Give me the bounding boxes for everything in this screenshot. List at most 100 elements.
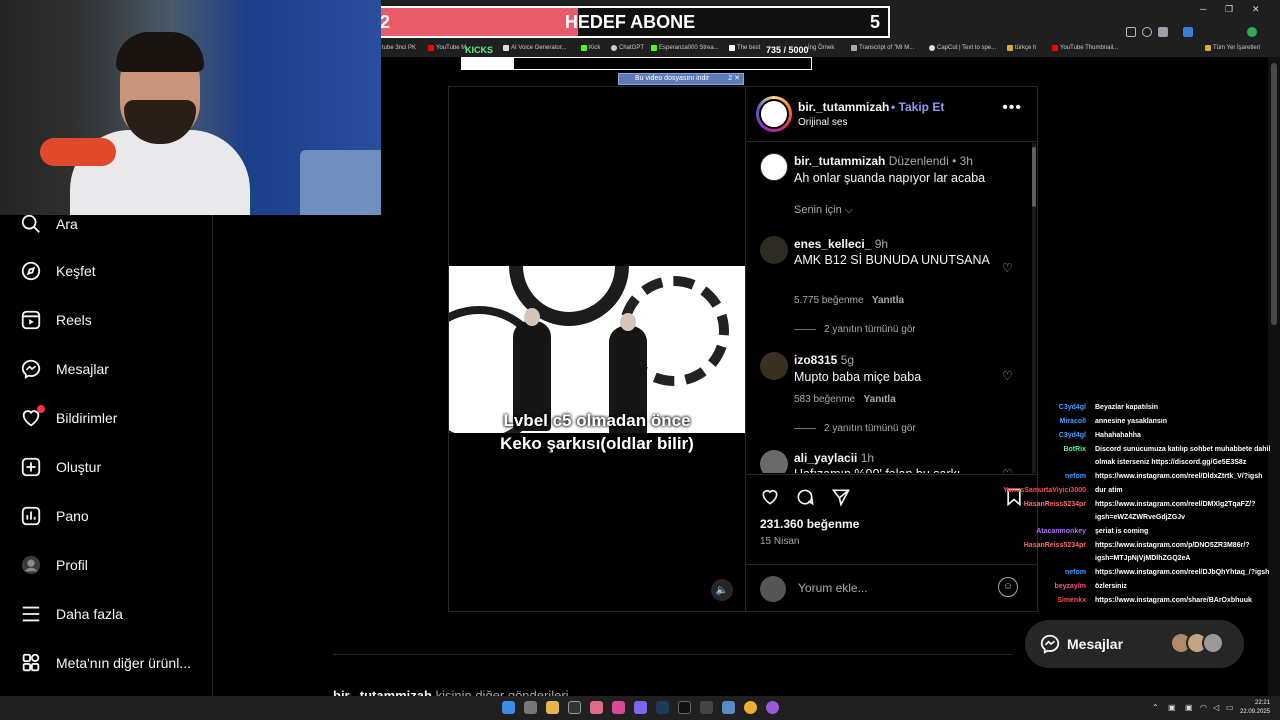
sidebar-item-more[interactable]: Daha fazla bbox=[20, 603, 123, 625]
chat-text: özlersiniz bbox=[1095, 583, 1127, 590]
chat-username[interactable]: nefom bbox=[1065, 470, 1086, 483]
chat-username[interactable]: Miracoll bbox=[1060, 415, 1086, 428]
compass-icon bbox=[21, 261, 41, 281]
instagram-icon[interactable] bbox=[612, 701, 625, 714]
meta-apps-icon bbox=[22, 653, 40, 672]
bookmark[interactable]: türkçe h bbox=[1007, 45, 1036, 51]
app-icon[interactable] bbox=[590, 701, 603, 714]
bookmark[interactable]: Esperanza000 Strea... bbox=[651, 45, 719, 51]
reel-video[interactable]: Lvbel c5 olmadan önce Keko şarkısı(oldla… bbox=[449, 87, 745, 611]
chrome-icon[interactable] bbox=[744, 701, 757, 714]
app-icon[interactable] bbox=[568, 701, 581, 714]
post-username[interactable]: bir._tutammizah bbox=[798, 100, 889, 114]
comment-icon[interactable] bbox=[795, 487, 815, 507]
sidebar-item-create[interactable]: Oluştur bbox=[20, 456, 101, 478]
sidebar-item-explore[interactable]: Keşfet bbox=[20, 260, 96, 282]
scrollbar-thumb[interactable] bbox=[1271, 63, 1277, 325]
sidebar-item-profile[interactable]: Profil bbox=[20, 554, 88, 576]
chat-username[interactable]: Simenkx bbox=[1057, 594, 1086, 607]
like-comment-icon[interactable]: ♡ bbox=[1002, 261, 1013, 275]
file-explorer-icon[interactable] bbox=[546, 701, 559, 714]
bookmark[interactable]: YouTube M bbox=[428, 45, 466, 51]
avatar[interactable] bbox=[760, 153, 788, 181]
story-ring-avatar[interactable] bbox=[756, 96, 792, 132]
view-replies[interactable]: 2 yanıtın tümünü gör bbox=[794, 324, 916, 335]
sidebar-item-label: Keşfet bbox=[56, 263, 96, 279]
photoshop-icon[interactable] bbox=[656, 701, 669, 714]
avatar[interactable] bbox=[760, 450, 788, 473]
avatar[interactable] bbox=[760, 236, 788, 264]
chat-username[interactable]: C3yd4gl bbox=[1059, 429, 1086, 442]
mute-button[interactable]: 🔈 bbox=[711, 579, 733, 601]
chat-username[interactable]: YunusSamurtaViyici3000 bbox=[1003, 484, 1086, 497]
like-comment-icon[interactable]: ♡ bbox=[1002, 369, 1013, 383]
share-icon[interactable] bbox=[1158, 27, 1168, 37]
sidebar-item-search[interactable]: Ara bbox=[20, 213, 78, 235]
bookmark[interactable]: Tüm Yer İşaretleri bbox=[1205, 45, 1260, 51]
more-options-icon[interactable]: ••• bbox=[1002, 99, 1022, 117]
restore-icon[interactable]: ❐ bbox=[1225, 4, 1233, 15]
chat-username[interactable]: HasanReiss5234pr bbox=[1024, 498, 1086, 511]
app-icon[interactable] bbox=[722, 701, 735, 714]
wifi-icon[interactable]: ◠ bbox=[1200, 703, 1207, 712]
like-icon[interactable] bbox=[760, 487, 780, 507]
tiktok-icon[interactable] bbox=[678, 701, 691, 714]
system-clock[interactable]: 22:21 22.09.2025 bbox=[1240, 699, 1270, 717]
sidebar-item-reels[interactable]: Reels bbox=[20, 309, 92, 331]
search-icon[interactable] bbox=[524, 701, 537, 714]
comment-text: Mupto baba miçe baba bbox=[794, 370, 922, 384]
download-video-bar[interactable]: Bu video dosyasını indir 2 ✕ bbox=[618, 73, 744, 85]
capcut-icon[interactable] bbox=[700, 701, 713, 714]
subscriber-target: 5 bbox=[869, 12, 880, 32]
reply-button[interactable]: Yanıtla bbox=[864, 394, 896, 405]
plus-square-icon bbox=[21, 457, 41, 477]
chat-username[interactable]: beyzaylm bbox=[1054, 580, 1086, 593]
like-count[interactable]: 231.360 beğenme bbox=[760, 517, 859, 531]
bookmark[interactable]: ChatGPT bbox=[611, 45, 644, 51]
sidebar-item-dashboard[interactable]: Pano bbox=[20, 505, 89, 527]
chat-username[interactable]: HasanReiss5234pr bbox=[1024, 539, 1086, 552]
bookmark[interactable]: Kick bbox=[581, 45, 600, 51]
share-icon[interactable] bbox=[831, 487, 851, 507]
chat-username[interactable]: C3yd4gl bbox=[1059, 401, 1086, 414]
zoom-icon[interactable] bbox=[1142, 27, 1152, 37]
comment-text: Hafızamın %90' falan bu şarkı bbox=[794, 465, 994, 473]
messenger-icon bbox=[21, 359, 41, 379]
obs-icon[interactable] bbox=[766, 701, 779, 714]
bookmark[interactable]: AI Voice Generator... bbox=[503, 45, 566, 51]
tray-app-icon[interactable]: ▣ bbox=[1168, 703, 1176, 712]
messages-button[interactable]: Mesajlar bbox=[1025, 620, 1244, 668]
avatar[interactable] bbox=[760, 352, 788, 380]
bookmark[interactable]: İng Örnek bbox=[808, 45, 834, 51]
download-close-button[interactable]: 2 ✕ bbox=[728, 74, 740, 84]
chat-username[interactable]: Atacanmonkey bbox=[1036, 525, 1086, 538]
sidebar-item-messages[interactable]: Mesajlar bbox=[20, 358, 109, 380]
view-replies[interactable]: 2 yanıtın tümünü gör bbox=[794, 423, 916, 434]
discord-icon[interactable] bbox=[634, 701, 647, 714]
volume-icon[interactable]: ◁ bbox=[1213, 703, 1219, 712]
follow-button[interactable]: • Takip Et bbox=[891, 100, 944, 114]
close-window-icon[interactable]: ✕ bbox=[1252, 4, 1260, 15]
bookmark[interactable]: Transcript of "MI M... bbox=[851, 45, 914, 51]
comment-input[interactable]: Yorum ekle... bbox=[798, 581, 868, 595]
bookmark[interactable]: CapCut | Text to spe... bbox=[929, 45, 996, 51]
chat-username[interactable]: BotRix bbox=[1063, 443, 1086, 456]
audio-label[interactable]: Orijinal ses bbox=[798, 117, 847, 128]
reply-button[interactable]: Yanıtla bbox=[872, 295, 904, 306]
bookmark[interactable]: The best bbox=[729, 45, 760, 51]
bookmark[interactable]: tube 3nci PK bbox=[382, 45, 416, 51]
extension-icon[interactable] bbox=[1183, 27, 1193, 37]
bookmark[interactable]: YouTube Thumbnail... bbox=[1052, 45, 1118, 51]
battery-icon[interactable]: ▭ bbox=[1226, 703, 1234, 712]
profile-icon[interactable] bbox=[1247, 27, 1257, 37]
minimize-icon[interactable]: ─ bbox=[1200, 4, 1206, 14]
notification-dot bbox=[37, 405, 45, 413]
sidebar-item-meta[interactable]: Meta'nın diğer ürünl... bbox=[20, 652, 191, 674]
install-app-icon[interactable] bbox=[1126, 27, 1136, 37]
tray-chevron-icon[interactable]: ⌃ bbox=[1152, 703, 1159, 712]
sort-dropdown[interactable]: Senin için ⌵ bbox=[794, 204, 853, 217]
windows-start-icon[interactable] bbox=[502, 701, 515, 714]
tray-app-icon[interactable]: ▣ bbox=[1185, 703, 1193, 712]
sidebar-item-notifications[interactable]: Bildirimler bbox=[20, 405, 117, 429]
chat-username[interactable]: nefom bbox=[1065, 566, 1086, 579]
